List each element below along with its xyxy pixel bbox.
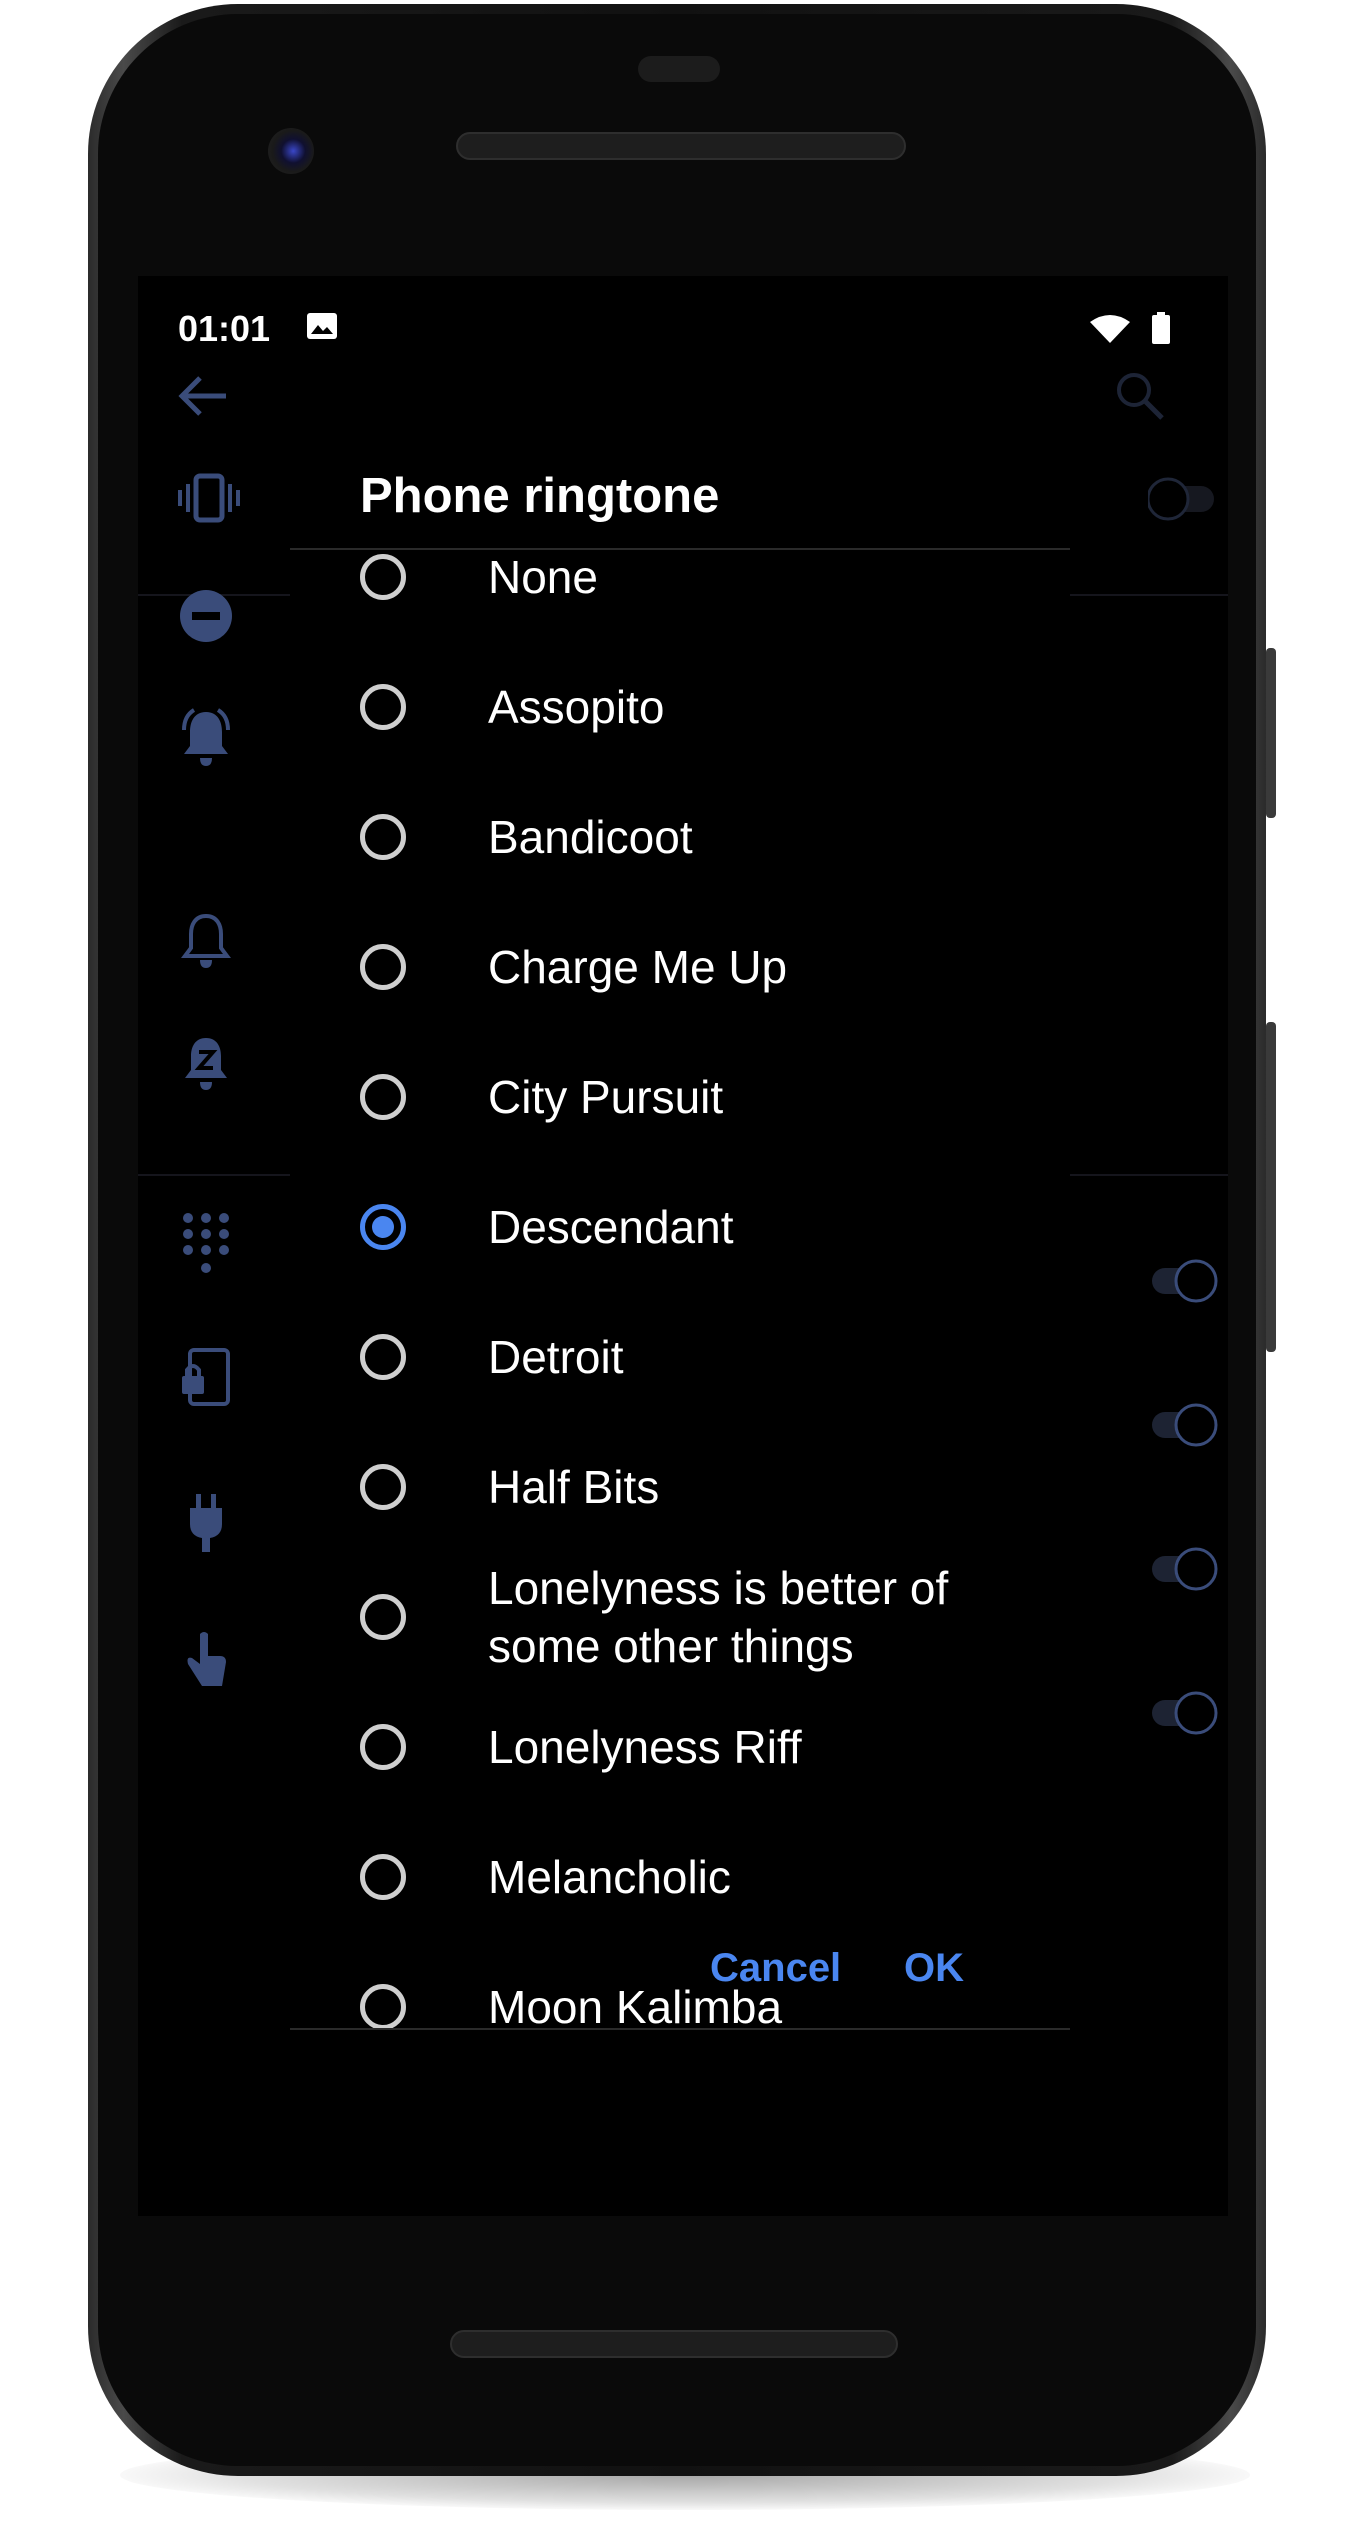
volume-button [1266, 1022, 1276, 1352]
radio-unselected[interactable] [360, 1594, 406, 1640]
radio-unselected[interactable] [360, 1464, 406, 1510]
ringtone-option[interactable]: Lonelyness is better of some other thing… [290, 1552, 1070, 1682]
ringtone-option[interactable]: Descendant [290, 1162, 1070, 1292]
vibrate-toggle [1148, 477, 1214, 521]
ringtone-option[interactable]: Charge Me Up [290, 902, 1070, 1032]
screen: 01:01 Phone ringtone None Assopito Bandi… [138, 276, 1228, 2216]
toggle-switch [1152, 1403, 1218, 1447]
bottom-speaker [450, 2330, 898, 2358]
ringtone-label: Charge Me Up [488, 941, 788, 993]
toggle-switch [1152, 1547, 1218, 1591]
ringtone-option[interactable]: Detroit [290, 1292, 1070, 1422]
ringtone-option[interactable]: Half Bits [290, 1422, 1070, 1552]
radio-unselected[interactable] [360, 1724, 406, 1770]
radio-unselected[interactable] [360, 684, 406, 730]
ringtone-option[interactable]: City Pursuit [290, 1032, 1070, 1162]
radio-unselected[interactable] [360, 814, 406, 860]
charging-plug-icon [190, 1494, 222, 1552]
ringtone-option[interactable]: Assopito [290, 642, 1070, 772]
ringtone-label: City Pursuit [488, 1071, 724, 1123]
ringtone-label: Lonelyness Riff [488, 1721, 802, 1773]
radio-unselected[interactable] [360, 1074, 406, 1120]
ringtone-option[interactable]: Lonelyness Riff [290, 1682, 1070, 1812]
dialpad-icon [183, 1213, 229, 1273]
ringtone-label: Lonelyness is better of some other thing… [488, 1562, 949, 1672]
power-button [1266, 648, 1276, 818]
wifi-icon [1090, 315, 1130, 343]
radio-unselected[interactable] [360, 944, 406, 990]
ringtone-option[interactable]: None [290, 550, 1070, 642]
screen-lock-icon [182, 1348, 230, 1406]
search-icon [1117, 373, 1164, 420]
ringtone-option[interactable]: Melancholic [290, 1812, 1070, 1942]
snooze-bell-icon [185, 1038, 227, 1090]
toggle-switch [1152, 1259, 1218, 1303]
ringtone-dialog: Phone ringtone None Assopito Bandicoot Char… [290, 426, 1070, 2096]
toggle-switch [1152, 1691, 1218, 1735]
ringtone-label: Half Bits [488, 1461, 660, 1513]
status-time: 01:01 [178, 308, 271, 349]
ringtone-label: Descendant [488, 1201, 734, 1253]
battery-icon [1152, 312, 1170, 344]
image-icon [307, 313, 337, 339]
back-arrow-icon [178, 376, 226, 416]
earpiece [638, 56, 720, 82]
top-speaker [456, 132, 906, 160]
radio-unselected[interactable] [360, 1984, 406, 2028]
front-camera [268, 128, 314, 174]
ringtone-label: Detroit [488, 1331, 624, 1383]
ringtone-label: None [488, 551, 598, 603]
dialog-title: Phone ringtone [360, 469, 720, 523]
touch-icon [187, 1632, 226, 1686]
ringtone-option[interactable]: Bandicoot [290, 772, 1070, 902]
ringing-bell-icon [182, 708, 230, 766]
do-not-disturb-icon [180, 590, 232, 642]
radio-selected[interactable] [360, 1204, 406, 1250]
radio-unselected[interactable] [360, 1334, 406, 1380]
ringtone-label: Assopito [488, 681, 665, 733]
radio-unselected[interactable] [360, 1854, 406, 1900]
bell-icon [181, 913, 231, 968]
vibrate-icon [178, 473, 240, 523]
radio-unselected[interactable] [360, 554, 406, 600]
ringtone-label: Melancholic [488, 1851, 731, 1903]
cancel-button[interactable]: Cancel [710, 1946, 841, 1991]
dialog-bottom-divider [290, 2028, 1070, 2030]
ringtone-label: Bandicoot [488, 811, 693, 863]
ok-button[interactable]: OK [904, 1946, 964, 1991]
ringtone-list[interactable]: None Assopito Bandicoot Charge Me Up City Pu… [290, 550, 1070, 2028]
